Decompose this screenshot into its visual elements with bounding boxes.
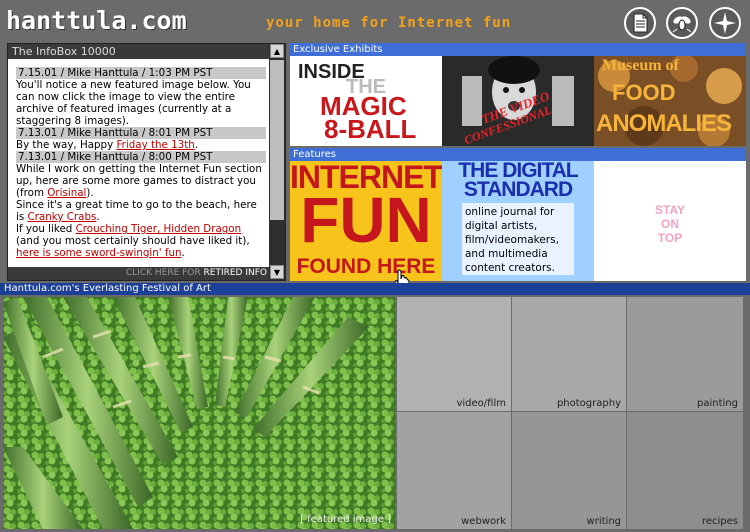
entry-date: 7.13.01 / Mike Hanttula / 8:01 PM PST — [16, 127, 266, 139]
feature-text: STAY — [654, 203, 685, 217]
category-recipes[interactable]: recipes — [627, 412, 743, 529]
feature-text: TOP — [657, 231, 683, 245]
entry-text-part: . — [181, 247, 185, 259]
retired-label: RETIRED INFO — [203, 268, 267, 278]
entry-text-part: . — [194, 139, 199, 151]
category-label: recipes — [701, 516, 738, 527]
category-label: photography — [556, 398, 621, 409]
entry-text: Since it's a great time to go to the bea… — [16, 199, 266, 223]
site-tagline: your home for Internet fun — [266, 15, 512, 31]
retired-info-link[interactable]: CLICK HERE FOR RETIRED INFO — [8, 267, 270, 280]
feature-text: ON — [661, 217, 679, 231]
entry-text: By the way, Happy Friday the 13th. — [16, 139, 266, 151]
exhibits-bar: Exclusive Exhibits — [290, 43, 746, 56]
entry-text-part: (and you most certainly should have like… — [16, 235, 250, 247]
digital-standard-description: online journal for digital artists, film… — [462, 203, 574, 275]
exhibit-text: 8-BALL — [324, 114, 417, 144]
infobox-body: 7.15.01 / Mike Hanttula / 1:03 PM PST Yo… — [8, 59, 270, 268]
retired-prefix: CLICK HERE FOR — [125, 268, 204, 278]
stay-on-top-text: STAY ON TOP — [594, 203, 746, 245]
category-label: writing — [586, 516, 621, 527]
compass-icon[interactable] — [709, 7, 741, 39]
feature-text: FUN — [300, 184, 432, 256]
scrollbar-thumb[interactable] — [270, 60, 284, 220]
document-icon[interactable] — [624, 7, 656, 39]
news-entry: 7.13.01 / Mike Hanttula / 8:01 PM PST By… — [16, 127, 266, 151]
header: hanttula.com your home for Internet fun — [0, 0, 750, 42]
video-confessional-exhibit[interactable]: THE VIDEO CONFESSIONAL — [442, 56, 594, 146]
category-painting[interactable]: painting — [627, 297, 743, 411]
entry-text: If you liked Crouching Tiger, Hidden Dra… — [16, 223, 266, 259]
category-writing[interactable]: writing — [512, 412, 626, 529]
cranky-crabs-link[interactable]: Cranky Crabs — [28, 211, 97, 223]
category-video-film[interactable]: video/film — [397, 297, 511, 411]
entry-text-part: . — [96, 211, 100, 223]
orisinal-link[interactable]: Orisinal — [47, 187, 86, 199]
scroll-up-icon[interactable]: ▲ — [270, 44, 284, 58]
entry-date: 7.13.01 / Mike Hanttula / 8:00 PM PST — [16, 151, 266, 163]
crouching-tiger-link[interactable]: Crouching Tiger, Hidden Dragon — [76, 223, 242, 235]
exhibit-text: ANOMALIES — [596, 110, 732, 137]
entry-text: While I work on getting the Internet Fun… — [16, 163, 266, 199]
entry-text-part: ). — [86, 187, 94, 199]
news-entry: 7.15.01 / Mike Hanttula / 1:03 PM PST Yo… — [16, 67, 266, 127]
feature-text: FOUND HERE — [296, 255, 436, 278]
entry-text-part: By the way, Happy — [16, 139, 117, 151]
features-bar: Features — [290, 148, 746, 161]
featured-image-label: [ featured image ] — [300, 514, 391, 525]
food-anomalies-exhibit[interactable]: Museum of FOOD ANOMALIES — [594, 56, 746, 146]
infobox: The InfoBox 10000 7.15.01 / Mike Hanttul… — [7, 43, 286, 281]
entry-text-part: If you liked — [16, 223, 76, 235]
sword-fun-link[interactable]: here is some sword-swingin' fun — [16, 247, 182, 259]
infobox-title: The InfoBox 10000 — [8, 44, 285, 59]
news-entry: 7.13.01 / Mike Hanttula / 8:00 PM PST Wh… — [16, 151, 266, 259]
exhibit-text: Museum of — [602, 57, 679, 74]
bamboo-photo — [3, 297, 396, 529]
stay-on-top-feature[interactable]: STAY ON TOP — [594, 161, 746, 281]
category-webwork[interactable]: webwork — [397, 412, 511, 529]
internet-fun-feature[interactable]: INTERNET FUN FOUND HERE — [290, 161, 442, 281]
entry-date: 7.15.01 / Mike Hanttula / 1:03 PM PST — [16, 67, 266, 79]
entry-text: You'll notice a new featured image below… — [16, 79, 251, 127]
feature-text: STANDARD — [463, 178, 573, 201]
festival-bar: Hanttula.com's Everlasting Festival of A… — [0, 283, 750, 295]
featured-image[interactable]: [ featured image ] — [3, 297, 396, 529]
category-label: video/film — [456, 398, 506, 409]
fly-icon[interactable] — [666, 7, 698, 39]
exhibit-text: FOOD — [612, 80, 676, 105]
magic-8-ball-exhibit[interactable]: INSIDE THE MAGIC 8-BALL — [290, 56, 442, 146]
digital-standard-feature[interactable]: THE DIGITAL STANDARD online journal for … — [442, 161, 594, 281]
site-logo[interactable]: hanttula.com — [6, 6, 187, 35]
category-photography[interactable]: photography — [512, 297, 626, 411]
category-label: webwork — [461, 516, 506, 527]
category-label: painting — [697, 398, 738, 409]
infobox-scrollbar[interactable]: ▲ ▼ — [269, 44, 285, 280]
friday-13th-link[interactable]: Friday the 13th — [116, 139, 194, 151]
scroll-down-icon[interactable]: ▼ — [270, 265, 284, 279]
